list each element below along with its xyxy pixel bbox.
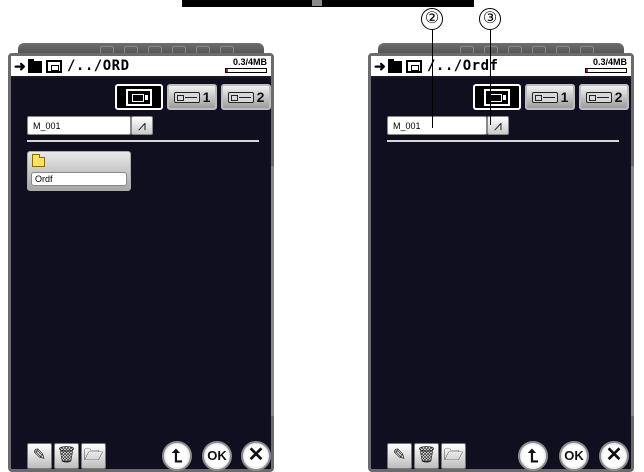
top-strip-mark <box>312 0 322 6</box>
file-name-field[interactable]: M_001 <box>387 116 487 135</box>
keyboard-icon: ⩘ <box>494 117 502 133</box>
screen-right: ➜ /../Ordf 0.3/4MB 1 2 M_001 ⩘ ✎ 🗑 🗁 ⮤ O… <box>368 43 634 472</box>
callout-line-2 <box>432 30 433 128</box>
rename-button[interactable]: ✎ <box>387 443 412 469</box>
trash-icon: 🗑 <box>56 447 77 464</box>
usb-icon <box>227 91 254 103</box>
tab-machine-memory[interactable] <box>115 84 163 110</box>
keyboard-button[interactable]: ⩘ <box>131 116 153 135</box>
up-folder-button[interactable]: ⮤ <box>162 441 192 471</box>
usb-tab-number: 2 <box>614 89 623 105</box>
delete-button[interactable]: 🗑 <box>414 443 439 469</box>
close-button[interactable]: ✕ <box>241 441 271 471</box>
arrow-right-icon: ➜ <box>374 58 386 74</box>
device-tabs: 1 2 <box>115 84 271 110</box>
machine-icon <box>46 60 62 73</box>
callout-line-3 <box>490 30 491 125</box>
new-folder-button[interactable]: 🗁 <box>81 443 106 469</box>
memory-usage-text: 0.3/4MB <box>232 57 267 67</box>
memory-usage-text: 0.3/4MB <box>592 57 627 67</box>
pencil-icon: ✎ <box>392 447 407 464</box>
memory-usage-bar <box>585 68 627 73</box>
memory-usage-bar <box>225 68 267 73</box>
pencil-icon: ✎ <box>32 447 47 464</box>
divider <box>387 140 619 142</box>
folder-item[interactable]: Ordf <box>27 151 131 191</box>
callout-2: ② <box>421 8 443 30</box>
trash-icon: 🗑 <box>416 447 437 464</box>
machine-icon <box>484 88 510 106</box>
tab-usb-2[interactable]: 2 <box>579 84 629 110</box>
close-button[interactable]: ✕ <box>599 441 629 471</box>
up-arrow-icon: ⮤ <box>527 446 539 466</box>
folder-name: Ordf <box>31 172 127 186</box>
usb-tab-number: 1 <box>202 89 211 105</box>
tab-usb-1[interactable]: 1 <box>167 84 217 110</box>
top-border-strip <box>182 0 474 7</box>
machine-icon <box>126 88 152 106</box>
keyboard-icon: ⩘ <box>138 117 146 133</box>
callout-3: ③ <box>479 8 501 30</box>
arrow-right-icon: ➜ <box>14 58 26 74</box>
close-icon: ✕ <box>247 444 265 466</box>
folder-icon <box>32 154 45 167</box>
screen-left: ➜ /../ORD 0.3/4MB 1 2 M_001 ⩘ Ordf ✎ 🗑 🗁… <box>8 43 274 472</box>
usb-icon <box>531 91 558 103</box>
rename-button[interactable]: ✎ <box>27 443 52 469</box>
path-header: ➜ /../Ordf 0.3/4MB <box>371 56 631 78</box>
screen-frame: ➜ /../Ordf 0.3/4MB 1 2 M_001 ⩘ ✎ 🗑 🗁 ⮤ O… <box>368 53 634 472</box>
screen-frame: ➜ /../ORD 0.3/4MB 1 2 M_001 ⩘ Ordf ✎ 🗑 🗁… <box>8 53 274 472</box>
up-arrow-icon: ⮤ <box>171 446 183 466</box>
usb-tab-number: 1 <box>560 89 569 105</box>
tab-usb-2[interactable]: 2 <box>221 84 271 110</box>
ok-button[interactable]: OK <box>559 441 589 471</box>
folder-icon <box>388 59 402 73</box>
new-folder-icon: 🗁 <box>443 447 464 464</box>
folder-icon <box>28 59 42 73</box>
path-header: ➜ /../ORD 0.3/4MB <box>11 56 271 78</box>
device-tabs: 1 2 <box>473 84 629 110</box>
bottom-toolbar: ✎ 🗑 🗁 ⮤ OK ✕ <box>27 441 271 471</box>
delete-button[interactable]: 🗑 <box>54 443 79 469</box>
up-folder-button[interactable]: ⮤ <box>518 441 548 471</box>
close-icon: ✕ <box>605 444 623 466</box>
current-path: /../Ordf <box>427 58 499 74</box>
new-folder-button[interactable]: 🗁 <box>441 443 466 469</box>
tab-machine-memory[interactable] <box>473 84 521 110</box>
current-path: /../ORD <box>67 58 130 74</box>
usb-icon <box>585 91 612 103</box>
bottom-toolbar: ✎ 🗑 🗁 ⮤ OK ✕ <box>387 441 629 471</box>
usb-tab-number: 2 <box>256 89 265 105</box>
machine-icon <box>406 60 422 73</box>
ok-button[interactable]: OK <box>202 441 232 471</box>
new-folder-icon: 🗁 <box>83 447 104 464</box>
divider <box>27 140 259 142</box>
tab-usb-1[interactable]: 1 <box>525 84 575 110</box>
file-name-field[interactable]: M_001 <box>27 116 131 135</box>
usb-icon <box>173 91 200 103</box>
